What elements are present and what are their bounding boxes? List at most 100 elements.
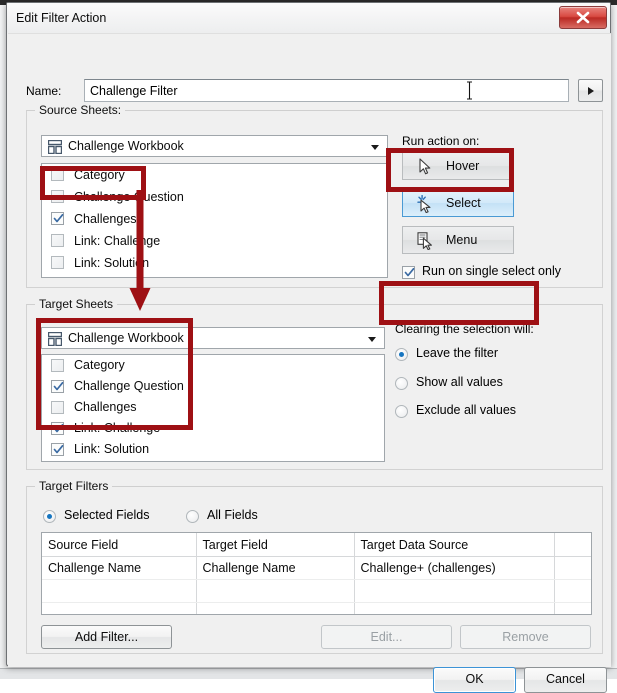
table-row[interactable] [42,602,591,614]
radio-button[interactable] [395,377,408,390]
clearing-option-label: Exclude all values [416,403,517,417]
dialog-titlebar[interactable]: Edit Filter Action [7,3,610,33]
run-on-single-select-only-label: Run on single select only [422,264,561,278]
filters-scope-all-fields[interactable]: All Fields [186,508,258,523]
table-header-row: Source Field Target Field Target Data So… [42,533,591,557]
radio-button[interactable] [395,348,408,361]
cancel-button[interactable]: Cancel [524,667,607,693]
target-filters-table[interactable]: Source Field Target Field Target Data So… [41,532,592,615]
list-item[interactable]: Link: Challenge [42,230,387,252]
edit-filter-button[interactable]: Edit... [321,625,452,649]
list-item-label: Link: Challenge [74,421,161,435]
list-item[interactable]: Link: Solution [42,252,387,274]
check-icon [53,381,64,391]
table-row[interactable]: Challenge Name Challenge Name Challenge+… [42,556,591,580]
checkbox[interactable] [51,380,64,393]
check-icon [53,423,64,433]
run-action-on-label: Run action on: [402,134,480,148]
clearing-option-show-all-values[interactable]: Show all values [395,375,503,390]
checkbox[interactable] [51,256,64,269]
column-header-blank[interactable] [554,533,591,557]
edit-filter-action-dialog: Edit Filter Action Name: Source Sheets: [6,2,611,693]
checkbox[interactable] [51,422,64,435]
chevron-down-icon [368,337,376,342]
cell-blank [554,556,591,580]
filters-scope-selected-fields[interactable]: Selected Fields [43,508,149,523]
target-workbook-label: Challenge Workbook [68,331,184,345]
list-item-label: Link: Challenge [74,234,161,248]
checkbox[interactable] [51,212,64,225]
workbook-dashboard-icon [48,332,62,346]
run-action-hover-button[interactable]: Hover [402,152,514,180]
source-workbook-label: Challenge Workbook [68,139,184,153]
target-workbook-combo[interactable]: Challenge Workbook [41,327,385,349]
list-item[interactable]: Challenge Question [42,186,387,208]
clearing-option-exclude-all-values[interactable]: Exclude all values [395,403,517,418]
check-icon [404,267,415,277]
checkbox[interactable] [51,168,64,181]
checkbox[interactable] [51,359,64,372]
run-action-menu-button[interactable]: Menu [402,226,514,254]
close-button[interactable] [559,6,607,29]
list-item[interactable]: Challenge Question [42,376,384,397]
list-item[interactable]: Challenges [42,397,384,418]
column-header-target-data-source[interactable]: Target Data Source [354,533,555,557]
source-sheets-listbox[interactable]: Category Challenge Question Challenges L… [41,163,388,278]
column-header-source-field[interactable]: Source Field [42,533,197,557]
cell-source-field: Challenge Name [42,556,197,580]
clearing-option-leave-the-filter[interactable]: Leave the filter [395,346,498,361]
radio-button[interactable] [395,405,408,418]
cell-target-data-source [354,602,555,614]
remove-filter-button[interactable]: Remove [460,625,591,649]
list-item-label: Challenge Question [74,190,184,204]
list-item-label: Challenges [74,400,137,414]
list-item[interactable]: Category [42,164,387,186]
triangle-right-icon [588,87,594,95]
cursor-menu-icon [417,232,432,250]
column-header-target-field[interactable]: Target Field [196,533,355,557]
checkbox[interactable] [51,190,64,203]
radio-button[interactable] [43,510,56,523]
checkbox[interactable] [51,234,64,247]
run-action-select-label: Select [446,196,481,210]
cell-target-field [196,579,355,603]
cursor-click-icon [417,195,431,213]
list-item[interactable]: Challenges [42,208,387,230]
ok-button[interactable]: OK [433,667,516,693]
check-icon [53,444,64,454]
checkbox[interactable] [51,443,64,456]
run-on-single-select-only-row[interactable]: Run on single select only [402,264,561,279]
name-dropdown-button[interactable] [578,79,603,102]
cell-target-data-source: Challenge+ (challenges) [354,556,555,580]
close-x-icon [576,11,590,24]
cell-source-field [42,579,197,603]
cell-blank [554,579,591,603]
cell-target-field [196,602,355,614]
run-action-select-button[interactable]: Select [402,189,514,217]
checkbox[interactable] [402,266,415,279]
list-item[interactable]: Link: Solution [42,439,384,460]
table-row[interactable] [42,579,591,603]
name-label: Name: [26,84,62,98]
target-sheets-listbox[interactable]: Category Challenge Question Challenges L… [41,354,385,462]
add-filter-button[interactable]: Add Filter... [41,625,172,649]
cell-source-field [42,602,197,614]
dialog-title: Edit Filter Action [16,11,107,25]
cell-blank [554,602,591,614]
checkbox[interactable] [51,401,64,414]
source-sheets-title: Source Sheets: [35,103,126,117]
list-item[interactable]: Category [42,355,384,376]
clearing-option-label: Leave the filter [416,346,498,360]
radio-button[interactable] [186,510,199,523]
text-cursor-icon [467,81,472,100]
list-item-label: Link: Solution [74,442,150,456]
list-item[interactable]: Link: Challenge [42,418,384,439]
cell-target-data-source [354,579,555,603]
run-action-menu-label: Menu [446,233,478,247]
cursor-arrow-icon [419,158,431,175]
dialog-content: Name: Source Sheets: Challenge Workbook … [8,33,611,693]
target-sheets-title: Target Sheets [35,297,118,311]
list-item-label: Challenges [74,212,137,226]
name-input[interactable] [84,79,569,102]
source-workbook-combo[interactable]: Challenge Workbook [41,135,388,157]
